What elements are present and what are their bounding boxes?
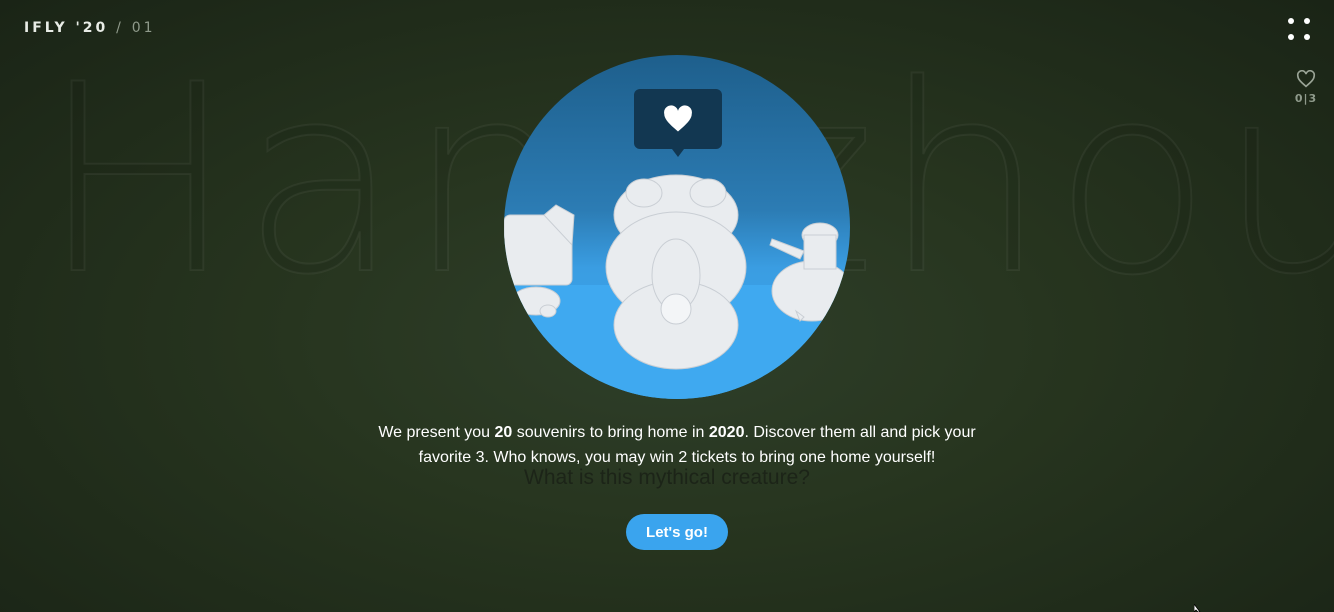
favorites-counter[interactable]: 0|3 xyxy=(1292,70,1320,105)
page-number: 01 xyxy=(131,20,156,36)
favorites-count: 0|3 xyxy=(1294,92,1318,105)
heart-icon xyxy=(664,105,692,132)
mouse-cursor-icon xyxy=(1194,604,1201,612)
intro-text: We present you 20 souvenirs to bring hom… xyxy=(378,424,976,466)
brand-logo[interactable]: IFLY '20 / 01 xyxy=(24,20,156,36)
souvenir-hero-image xyxy=(504,55,850,399)
souvenir-count: 20 xyxy=(494,424,513,441)
year: 2020 xyxy=(708,424,745,441)
favorite-bubble xyxy=(634,89,722,157)
heart-outline-icon xyxy=(1296,70,1316,88)
brand-separator: / xyxy=(116,20,124,36)
menu-grid-icon[interactable] xyxy=(1286,16,1312,42)
lets-go-button[interactable]: Let's go! xyxy=(626,514,728,550)
brand-name: IFLY '20 xyxy=(24,20,109,36)
